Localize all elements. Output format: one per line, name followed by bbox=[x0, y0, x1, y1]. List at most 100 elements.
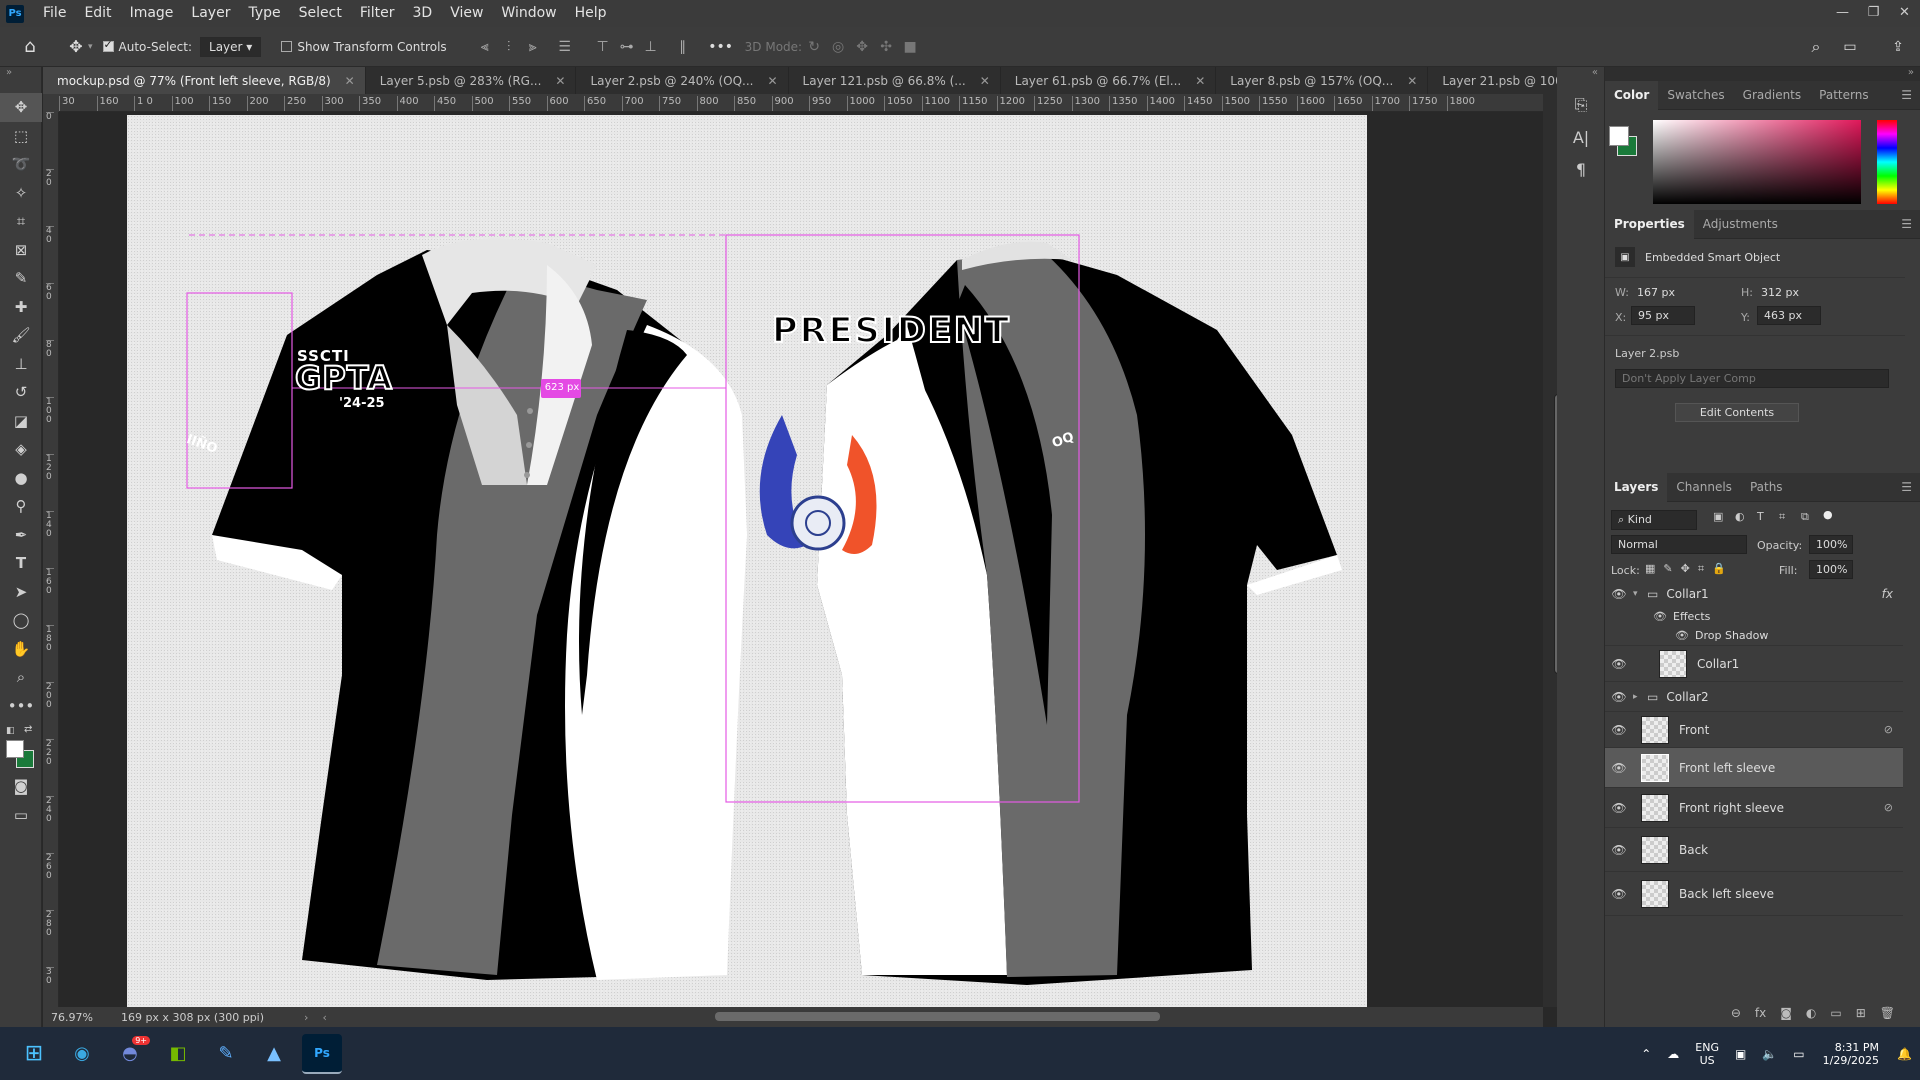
minimize-icon[interactable]: — bbox=[1827, 0, 1858, 27]
align-bottom-icon[interactable]: ⊥ bbox=[639, 35, 663, 59]
close-icon[interactable]: ✕ bbox=[345, 74, 355, 88]
foreground-color-swatch[interactable] bbox=[6, 740, 24, 758]
clock[interactable]: 8:31 PM 1/29/2025 bbox=[1823, 1041, 1879, 1067]
filter-image-icon[interactable]: ▣ bbox=[1713, 510, 1723, 523]
layer-effect-row[interactable]: 👁 Drop Shadow bbox=[1605, 626, 1903, 646]
edit-toolbar-icon[interactable]: ••• bbox=[0, 692, 42, 721]
new-group-icon[interactable]: ▭ bbox=[1830, 1006, 1841, 1020]
zoom-tool-icon[interactable]: ⌕ bbox=[0, 663, 42, 692]
blur-tool-icon[interactable]: ● bbox=[0, 464, 42, 493]
hue-slider[interactable] bbox=[1877, 120, 1897, 204]
tab-layer-2[interactable]: Layer 2.psb @ 240% (OQ... ✕ bbox=[576, 67, 789, 94]
align-right-icon[interactable]: ⫸ bbox=[521, 35, 545, 59]
link-icon[interactable]: ⊘ bbox=[1884, 723, 1893, 736]
menu-filter[interactable]: Filter bbox=[351, 0, 404, 27]
eyedropper-tool-icon[interactable]: ✎ bbox=[0, 264, 42, 293]
align-center-icon[interactable]: ⫶ bbox=[497, 35, 521, 59]
more-options-icon[interactable]: ••• bbox=[708, 35, 733, 59]
screen-mode-icon[interactable]: ▭ bbox=[0, 801, 42, 830]
search-icon[interactable]: ⌕ bbox=[1804, 35, 1828, 59]
filter-toggle-icon[interactable]: ● bbox=[1823, 508, 1833, 521]
close-icon[interactable]: ✕ bbox=[1407, 74, 1417, 88]
filter-adjustment-icon[interactable]: ◐ bbox=[1735, 510, 1745, 523]
chevron-right-icon[interactable]: › bbox=[304, 1011, 308, 1024]
visibility-eye-icon[interactable]: 👁 bbox=[1605, 843, 1633, 857]
paragraph-panel-icon[interactable]: ¶ bbox=[1557, 153, 1605, 185]
close-icon[interactable]: ✕ bbox=[1195, 74, 1205, 88]
close-icon[interactable]: ✕ bbox=[767, 74, 777, 88]
menu-layer[interactable]: Layer bbox=[182, 0, 239, 27]
share-icon[interactable]: ⇪ bbox=[1886, 35, 1910, 59]
dodge-tool-icon[interactable]: ⚲ bbox=[0, 492, 42, 521]
horizontal-scrollbar[interactable] bbox=[715, 1012, 1160, 1021]
menu-edit[interactable]: Edit bbox=[75, 0, 120, 27]
volume-icon[interactable]: 🔈 bbox=[1762, 1047, 1777, 1061]
fill-field[interactable]: 100% bbox=[1809, 560, 1853, 579]
fx-icon[interactable]: fx bbox=[1882, 587, 1893, 601]
collapse-icon[interactable]: « bbox=[1557, 67, 1604, 81]
document-info[interactable]: 169 px x 308 px (300 ppi) bbox=[121, 1011, 264, 1024]
canvas-area[interactable]: SSCTI GPTA '24-25 PRESIDENT IIÑO OQ 623 … bbox=[59, 112, 1543, 1007]
character-panel-icon[interactable]: A| bbox=[1557, 121, 1605, 153]
default-colors-icon[interactable]: ◧ bbox=[6, 726, 15, 736]
photoshop-taskbar-icon[interactable]: Ps bbox=[302, 1033, 342, 1074]
tab-layer-121[interactable]: Layer 121.psb @ 66.8% (... ✕ bbox=[789, 67, 1001, 94]
layer-row[interactable]: 👁 Back bbox=[1605, 828, 1903, 872]
tab-paths[interactable]: Paths bbox=[1741, 473, 1792, 502]
menu-image[interactable]: Image bbox=[121, 0, 183, 27]
show-transform-controls-checkbox[interactable]: Show Transform Controls bbox=[281, 40, 447, 54]
visibility-eye-icon[interactable]: 👁 bbox=[1605, 690, 1633, 704]
ellipse-tool-icon[interactable]: ◯ bbox=[0, 606, 42, 635]
workspace-icon[interactable]: ▭ bbox=[1838, 35, 1862, 59]
layer-row[interactable]: 👁 Collar1 bbox=[1605, 646, 1903, 682]
quick-mask-icon[interactable]: ◙ bbox=[0, 772, 42, 801]
new-adjustment-icon[interactable]: ◐ bbox=[1806, 1006, 1816, 1020]
move-tool-icon[interactable]: ✥ bbox=[64, 35, 88, 59]
menu-help[interactable]: Help bbox=[566, 0, 616, 27]
chevron-down-icon[interactable]: ▾ bbox=[88, 42, 93, 52]
panel-menu-icon[interactable]: ☰ bbox=[1901, 480, 1920, 494]
history-panel-icon[interactable]: ⎘ bbox=[1557, 89, 1605, 121]
restore-icon[interactable]: ❐ bbox=[1858, 0, 1889, 27]
menu-type[interactable]: Type bbox=[239, 0, 289, 27]
clone-stamp-tool-icon[interactable]: ⊥ bbox=[0, 350, 42, 379]
menu-file[interactable]: File bbox=[34, 0, 75, 27]
distribute-vertical-icon[interactable]: ∥ bbox=[671, 35, 695, 59]
edge-browser-icon[interactable]: ◉ bbox=[62, 1034, 102, 1074]
menu-select[interactable]: Select bbox=[290, 0, 351, 27]
tab-layer-5[interactable]: Layer 5.psb @ 283% (RG... ✕ bbox=[366, 67, 577, 94]
align-left-icon[interactable]: ⫷ bbox=[473, 35, 497, 59]
close-icon[interactable]: ✕ bbox=[980, 74, 990, 88]
marquee-tool-icon[interactable]: ⬚ bbox=[0, 122, 42, 151]
auto-select-target-dropdown[interactable]: Layer ▾ bbox=[200, 36, 262, 57]
language-indicator[interactable]: ENG US bbox=[1695, 1041, 1719, 1067]
tab-layer-61[interactable]: Layer 61.psb @ 66.7% (El... ✕ bbox=[1001, 67, 1217, 94]
tab-adjustments[interactable]: Adjustments bbox=[1694, 210, 1787, 239]
visibility-eye-icon[interactable]: 👁 bbox=[1605, 887, 1633, 901]
visibility-eye-icon[interactable]: 👁 bbox=[1605, 657, 1633, 671]
photos-app-icon[interactable]: ▲ bbox=[254, 1034, 294, 1074]
edit-contents-button[interactable]: Edit Contents bbox=[1675, 403, 1799, 422]
zoom-level[interactable]: 76.97% bbox=[51, 1011, 93, 1024]
menu-view[interactable]: View bbox=[441, 0, 492, 27]
filter-smart-object-icon[interactable]: ⧉ bbox=[1801, 510, 1809, 524]
tab-channels[interactable]: Channels bbox=[1667, 473, 1741, 502]
notification-bell-icon[interactable]: 🔔 bbox=[1897, 1047, 1912, 1061]
eraser-tool-icon[interactable]: ◪ bbox=[0, 407, 42, 436]
layer-comp-dropdown[interactable]: Don't Apply Layer Comp bbox=[1615, 369, 1889, 388]
opacity-field[interactable]: 100% bbox=[1809, 535, 1853, 554]
link-layers-icon[interactable]: ⊖ bbox=[1731, 1006, 1741, 1020]
tab-properties[interactable]: Properties bbox=[1605, 209, 1694, 239]
scroll-left-icon[interactable]: ‹ bbox=[322, 1011, 326, 1024]
paint-bucket-tool-icon[interactable]: ◈ bbox=[0, 435, 42, 464]
layer-row[interactable]: 👁 Front right sleeve ⊘ bbox=[1605, 788, 1903, 828]
saturation-field[interactable] bbox=[1653, 120, 1861, 204]
panel-menu-icon[interactable]: ☰ bbox=[1901, 217, 1920, 231]
close-icon[interactable]: ✕ bbox=[555, 74, 565, 88]
frame-tool-icon[interactable]: ⊠ bbox=[0, 236, 42, 265]
add-style-icon[interactable]: fx bbox=[1755, 1006, 1766, 1020]
layer-row-selected[interactable]: 👁 Front left sleeve bbox=[1605, 748, 1903, 788]
delete-layer-icon[interactable]: 🗑 bbox=[1880, 1006, 1895, 1020]
hand-tool-icon[interactable]: ✋ bbox=[0, 635, 42, 664]
height-value[interactable]: 312 px bbox=[1761, 286, 1799, 299]
